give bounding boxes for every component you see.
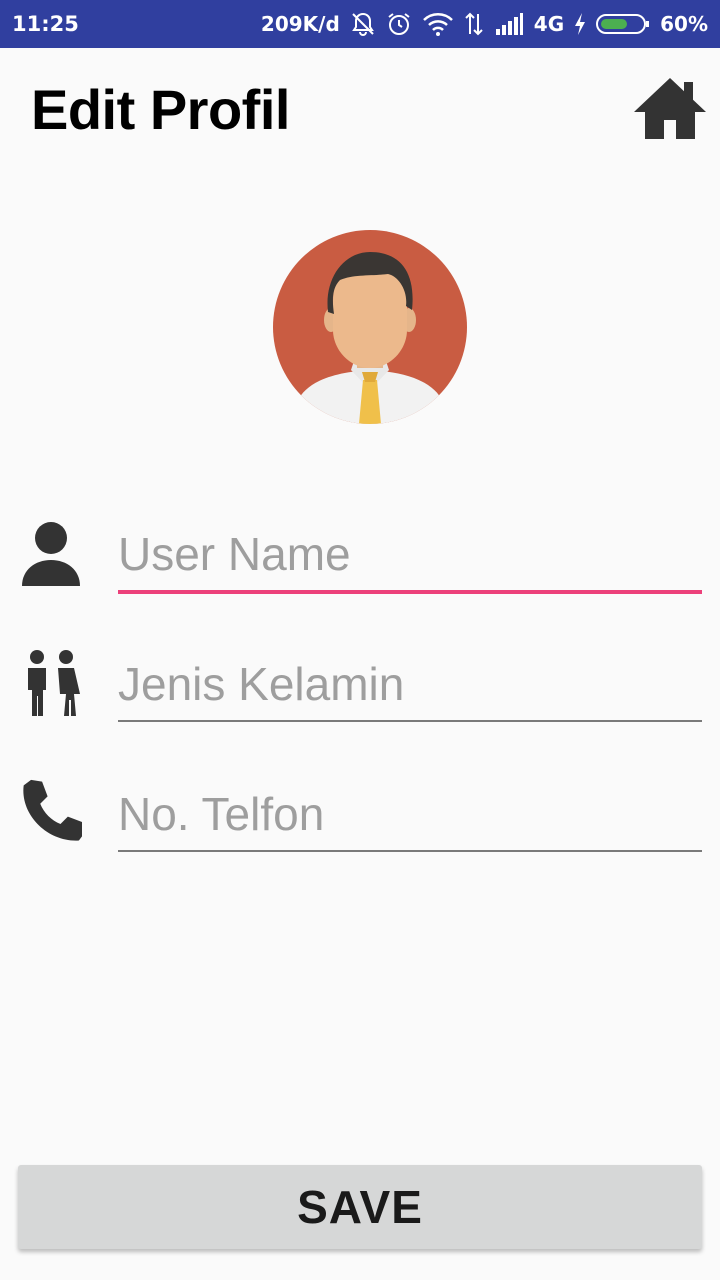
phone-row — [0, 770, 720, 870]
gender-underline — [118, 720, 702, 722]
avatar[interactable] — [273, 230, 467, 424]
gender-input[interactable] — [118, 648, 702, 720]
phone-input[interactable] — [118, 778, 702, 850]
status-bar: 11:25 209K/d 4G 60% — [0, 0, 720, 48]
data-arrows-icon — [464, 11, 484, 37]
gender-icon — [28, 650, 80, 716]
username-row — [0, 510, 720, 610]
phone-underline — [118, 850, 702, 852]
home-button[interactable] — [632, 76, 708, 140]
save-button[interactable]: SAVE — [18, 1165, 702, 1249]
mute-icon — [350, 11, 376, 37]
gender-row — [0, 640, 720, 740]
person-icon — [22, 522, 80, 586]
alarm-icon — [386, 11, 412, 37]
network-speed: 209K/d — [260, 12, 340, 36]
charging-icon — [574, 12, 586, 36]
page-title: Edit Profil — [31, 78, 290, 141]
username-underline — [118, 590, 702, 594]
battery-percent: 60% — [660, 12, 708, 36]
status-time: 11:25 — [12, 12, 79, 36]
phone-icon — [23, 779, 82, 841]
network-type: 4G — [533, 12, 565, 36]
status-icons: 209K/d 4G 60% — [261, 0, 708, 48]
home-icon — [634, 78, 706, 139]
username-input[interactable] — [118, 518, 702, 590]
signal-icon — [494, 11, 524, 37]
battery-icon — [596, 12, 650, 36]
wifi-icon — [422, 11, 454, 37]
user-avatar-icon — [273, 230, 467, 424]
